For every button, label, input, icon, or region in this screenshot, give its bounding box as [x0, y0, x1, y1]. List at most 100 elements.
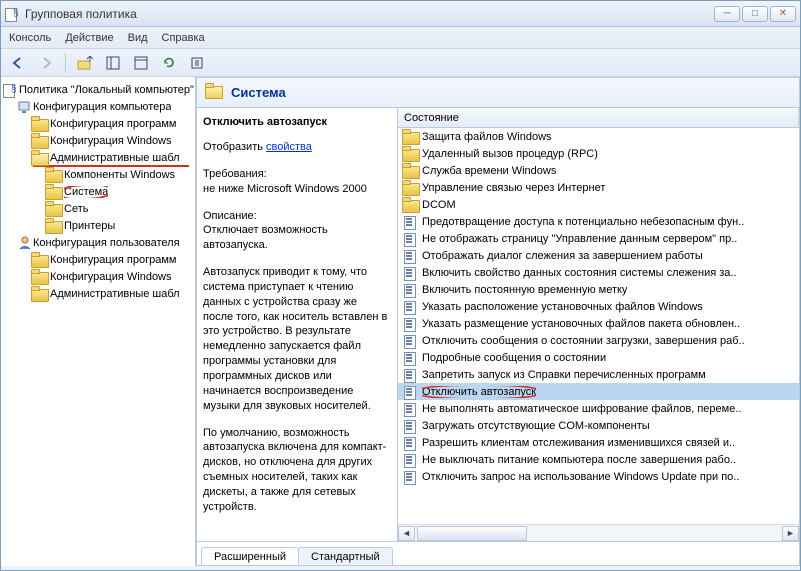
list-item-label: Управление связью через Интернет — [422, 182, 605, 194]
minimize-button[interactable]: ─ — [714, 6, 740, 22]
list-item[interactable]: Отображать диалог слежения за завершение… — [398, 247, 799, 264]
tab-extended[interactable]: Расширенный — [201, 547, 299, 566]
view-tabs: Расширенный Стандартный — [197, 541, 799, 565]
tree-node[interactable]: Система — [3, 183, 195, 200]
list-item[interactable]: Запретить запуск из Справки перечисленны… — [398, 366, 799, 383]
menu-action[interactable]: Действие — [65, 32, 113, 44]
menu-help[interactable]: Справка — [162, 32, 205, 44]
list-item[interactable]: Не выключать питание компьютера после за… — [398, 451, 799, 468]
tree-pane[interactable]: Политика "Локальный компьютер"Конфигурац… — [1, 77, 196, 566]
list-item-label: Включить свойство данных состояния систе… — [422, 267, 737, 279]
folder-icon — [31, 117, 47, 131]
list-item-label: Служба времени Windows — [422, 165, 556, 177]
tree-label: Конфигурация программ — [50, 118, 176, 130]
tree-node[interactable]: Административные шабл — [3, 285, 195, 302]
scroll-thumb[interactable] — [417, 526, 527, 541]
list-item[interactable]: Служба времени Windows — [398, 162, 799, 179]
folder-icon — [31, 151, 47, 165]
list-item[interactable]: Предотвращение доступа к потенциально не… — [398, 213, 799, 230]
folder-icon — [45, 168, 61, 182]
tree-label: Принтеры — [64, 220, 115, 232]
list-item[interactable]: Включить свойство данных состояния систе… — [398, 264, 799, 281]
col-state[interactable]: Состояние — [398, 108, 799, 127]
list-item-label: Отключить сообщения о состоянии загрузки… — [422, 335, 745, 347]
menu-view[interactable]: Вид — [128, 32, 148, 44]
list-item-label: DCOM — [422, 199, 456, 211]
list-item[interactable]: Удаленный вызов процедур (RPC) — [398, 145, 799, 162]
list-item[interactable]: Подробные сообщения о состоянии — [398, 349, 799, 366]
policy-icon — [402, 232, 418, 246]
tree-node[interactable]: Конфигурация Windows — [3, 132, 195, 149]
description-label: Описание: Отключает возможность автозапу… — [203, 209, 389, 254]
list-item[interactable]: Отключить сообщения о состоянии загрузки… — [398, 332, 799, 349]
show-hide-tree-button[interactable] — [102, 52, 124, 74]
tree-label: Административные шабл — [50, 152, 180, 164]
app-window: { "titlebar": { "title": "Групповая поли… — [0, 0, 801, 571]
list-item-label: Указать расположение установочных файлов… — [422, 301, 703, 313]
list-item[interactable]: Включить постоянную временную метку — [398, 281, 799, 298]
folder-icon — [45, 202, 61, 216]
tree-node[interactable]: Принтеры — [3, 217, 195, 234]
app-icon — [5, 6, 21, 22]
policy-icon — [402, 351, 418, 365]
list-item[interactable]: Загружать отсутствующие COM-компоненты — [398, 417, 799, 434]
tree-node[interactable]: Административные шабл — [3, 149, 195, 166]
up-button[interactable] — [74, 52, 96, 74]
folder-icon — [402, 147, 418, 161]
description-p2: Автозапуск приводит к тому, что система … — [203, 265, 389, 413]
tree-node[interactable]: Конфигурация Windows — [3, 268, 195, 285]
policy-icon — [402, 334, 418, 348]
tree-node[interactable]: Конфигурация программ — [3, 115, 195, 132]
list-item[interactable]: Не выполнять автоматическое шифрование ф… — [398, 400, 799, 417]
tree-node[interactable]: Компоненты Windows — [3, 166, 195, 183]
tree-node[interactable]: Конфигурация компьютера — [3, 98, 195, 115]
window-controls: ─ □ ✕ — [714, 6, 796, 22]
list-item[interactable]: Не отображать страницу "Управление данны… — [398, 230, 799, 247]
properties-button[interactable] — [130, 52, 152, 74]
tab-standard[interactable]: Стандартный — [298, 547, 393, 566]
policy-heading: Отключить автозапуск — [203, 116, 389, 128]
properties-link[interactable]: свойства — [266, 141, 312, 153]
folder-icon — [31, 287, 47, 301]
horizontal-scrollbar[interactable]: ◄ ► — [398, 524, 799, 541]
tree-label: Конфигурация Windows — [50, 271, 172, 283]
list-item-label: Отключить автозапуск — [422, 386, 536, 398]
policy-icon — [402, 453, 418, 467]
close-button[interactable]: ✕ — [770, 6, 796, 22]
tree-node[interactable]: Сеть — [3, 200, 195, 217]
list-item-label: Отключить запрос на использование Window… — [422, 471, 739, 483]
forward-button[interactable] — [35, 52, 57, 74]
folder-icon — [402, 164, 418, 178]
resize-grip[interactable] — [1, 566, 800, 570]
scroll-right-button[interactable]: ► — [782, 526, 799, 541]
list-item[interactable]: Защита файлов Windows — [398, 128, 799, 145]
tree-label: Сеть — [64, 203, 88, 215]
folder-icon — [205, 84, 225, 102]
tree-node[interactable]: Политика "Локальный компьютер" — [3, 81, 195, 98]
list-item[interactable]: Отключить автозапуск — [398, 383, 799, 400]
list-item[interactable]: Управление связью через Интернет — [398, 179, 799, 196]
tree-node[interactable]: Конфигурация программ — [3, 251, 195, 268]
tree-label: Конфигурация программ — [50, 254, 176, 266]
scroll-left-button[interactable]: ◄ — [398, 526, 415, 541]
computer-config-icon — [17, 99, 33, 115]
export-button[interactable] — [186, 52, 208, 74]
list-item[interactable]: DCOM — [398, 196, 799, 213]
folder-icon — [31, 253, 47, 267]
refresh-button[interactable] — [158, 52, 180, 74]
policy-icon — [402, 368, 418, 382]
toolbar — [1, 49, 800, 77]
tree-node[interactable]: Конфигурация пользователя — [3, 234, 195, 251]
list-item[interactable]: Отключить запрос на использование Window… — [398, 468, 799, 485]
list-rows[interactable]: Защита файлов WindowsУдаленный вызов про… — [398, 128, 799, 524]
list-item[interactable]: Указать размещение установочных файлов п… — [398, 315, 799, 332]
menu-console[interactable]: Консоль — [9, 32, 51, 44]
maximize-button[interactable]: □ — [742, 6, 768, 22]
list-item-label: Включить постоянную временную метку — [422, 284, 627, 296]
list-item-label: Не отображать страницу "Управление данны… — [422, 233, 737, 245]
back-button[interactable] — [7, 52, 29, 74]
list-item[interactable]: Указать расположение установочных файлов… — [398, 298, 799, 315]
folder-icon — [402, 198, 418, 212]
menu-bar: Консоль Действие Вид Справка — [1, 27, 800, 49]
list-item[interactable]: Разрешить клиентам отслеживания изменивш… — [398, 434, 799, 451]
